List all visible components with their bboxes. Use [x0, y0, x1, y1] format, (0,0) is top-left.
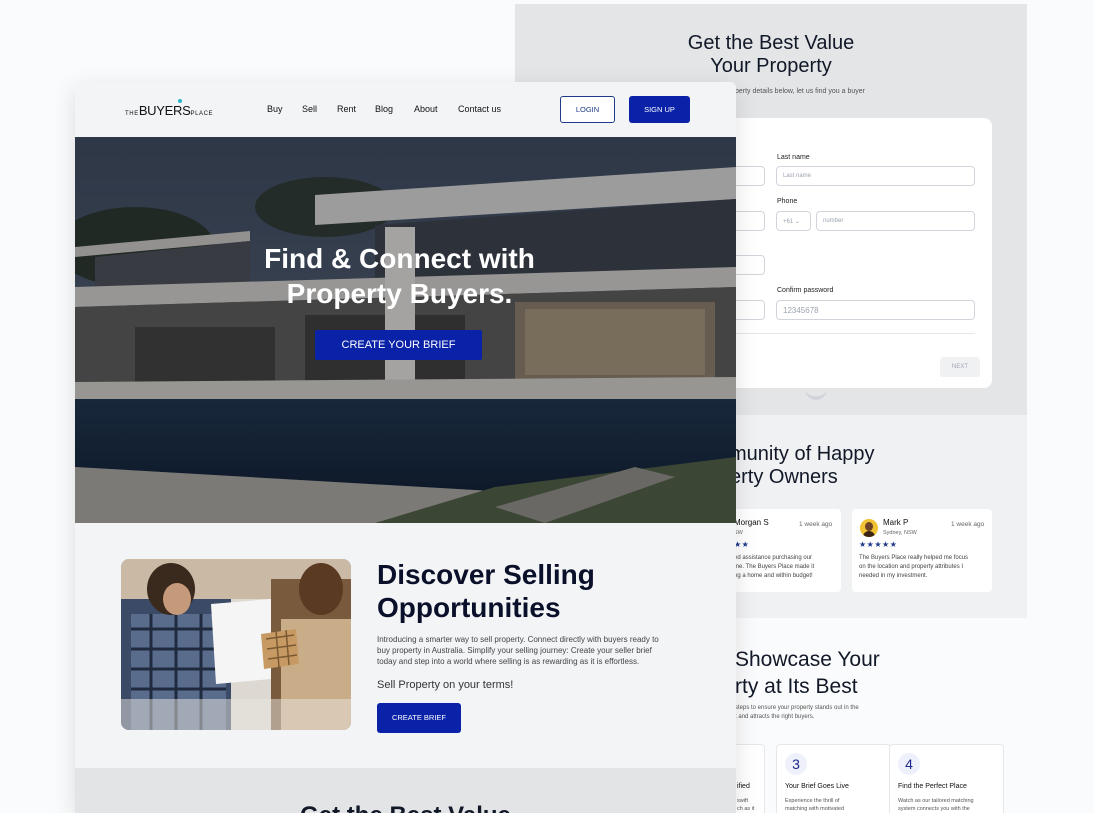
showcase-title: Showcase Your rty at Its Best [735, 648, 880, 698]
review-time: 1 week ago [799, 521, 833, 528]
confirm-password-label: Confirm password [777, 287, 834, 294]
community-title: munity of Happy erty Owners [730, 443, 875, 488]
step-title: ified [737, 783, 750, 790]
form-card [715, 118, 992, 388]
showcase-subtitle: steps to ensure your property stands out… [735, 705, 859, 720]
nav-link-blog[interactable]: Blog [375, 104, 393, 114]
hero-title: Find & Connect with Property Buyers. [264, 243, 535, 309]
logo-dot-icon [178, 99, 182, 103]
star-rating: ★★ [734, 540, 750, 549]
step-title: Your Brief Goes Live [785, 783, 849, 790]
form-title: Get the Best Value Your Property [687, 32, 855, 77]
form-subtitle: perty details below, let us find you a b… [735, 88, 865, 95]
discover-title: Discover Selling Opportunities [377, 559, 595, 623]
phone-code-select[interactable]: +61 ⌄ [776, 211, 811, 231]
reviewer-location: Sydney, NSW [883, 530, 917, 536]
next-button[interactable]: NEXT [940, 357, 980, 377]
step-text: Experience the thrill of matching with m… [785, 798, 844, 812]
signup-button[interactable]: SIGN UP [629, 96, 690, 123]
last-name-label: Last name [777, 154, 810, 161]
top-navbar: THEBUYERSPLACE Buy Sell Rent Blog About … [75, 82, 736, 137]
discover-tagline: Sell Property on your terms! [377, 679, 514, 691]
nav-link-buy[interactable]: Buy [267, 104, 283, 114]
couple-photo [121, 559, 351, 730]
phone-number-field[interactable]: number [816, 211, 975, 231]
step-number: 3 [785, 753, 807, 775]
review-card: Mark P Sydney, NSW 1 week ago ★★★★★ The … [852, 509, 992, 592]
step-card: 3 Your Brief Goes Live Experience the th… [776, 744, 891, 813]
best-value-section: Get the Best Value [75, 768, 736, 813]
discover-section: Discover Selling Opportunities Introduci… [75, 523, 736, 768]
confirm-password-field[interactable]: 12345678 [776, 300, 975, 320]
review-text: The Buyers Place really helped me focus … [859, 555, 969, 579]
discover-description: Introducing a smarter way to sell proper… [377, 635, 659, 666]
phone-label: Phone [777, 198, 798, 205]
nav-link-sell[interactable]: Sell [302, 104, 317, 114]
form-divider [715, 333, 975, 334]
login-button[interactable]: LOGIN [560, 96, 615, 123]
step-card: 4 Find the Perfect Place Watch as our ta… [889, 744, 1004, 813]
reviewer-name: Morgan S [734, 518, 769, 527]
review-time: 1 week ago [951, 521, 985, 528]
create-your-brief-button[interactable]: CREATE YOUR BRIEF [315, 330, 482, 360]
logo[interactable]: THEBUYERSPLACE [125, 99, 213, 120]
hero-section: Find & Connect with Property Buyers. CRE… [75, 137, 736, 523]
swoosh-decoration [805, 382, 827, 400]
front-mockup: THEBUYERSPLACE Buy Sell Rent Blog About … [75, 82, 736, 813]
avatar [860, 519, 878, 537]
star-rating: ★★★★★ [859, 540, 898, 549]
nav-link-contact[interactable]: Contact us [458, 104, 501, 114]
create-brief-button[interactable]: CREATE BRIEF [377, 703, 461, 733]
reviewer-name: Mark P [883, 518, 909, 527]
step-text: Watch as our tailored matching system co… [898, 798, 974, 812]
chevron-down-icon: ⌄ [794, 219, 800, 225]
nav-link-about[interactable]: About [414, 104, 438, 114]
nav-link-rent[interactable]: Rent [337, 104, 356, 114]
last-name-field[interactable]: Last name [776, 166, 975, 186]
step-text: swift ch as it [737, 798, 755, 812]
step-title: Find the Perfect Place [898, 783, 967, 790]
step-number: 4 [898, 753, 920, 775]
best-value-title: Get the Best Value [75, 802, 736, 813]
review-text: ed assistance purchasing our me. The Buy… [734, 555, 815, 579]
